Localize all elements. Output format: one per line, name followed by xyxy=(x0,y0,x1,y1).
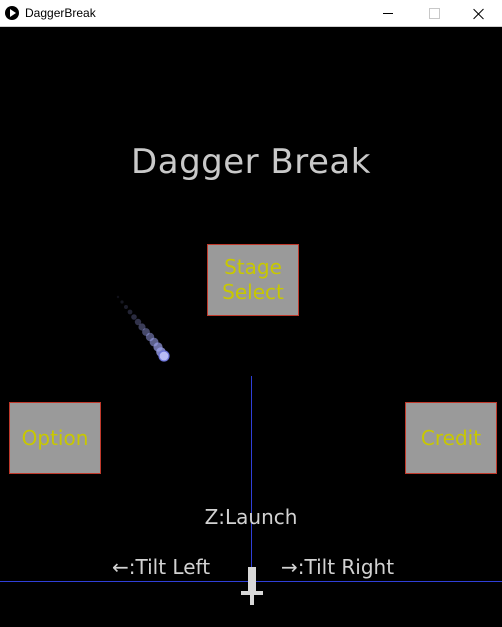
stage-select-button[interactable]: Stage Select xyxy=(207,244,299,316)
window-title: DaggerBreak xyxy=(25,6,96,20)
close-button[interactable] xyxy=(456,0,502,27)
maximize-icon xyxy=(428,8,440,19)
game-canvas[interactable]: Dagger Break Stage Select Option Credit … xyxy=(0,27,502,627)
launch-hint: Z:Launch xyxy=(204,505,298,529)
ball-with-trail xyxy=(116,295,170,362)
title-bar: DaggerBreak xyxy=(0,0,502,27)
dagger-paddle xyxy=(241,567,263,605)
play-circle-icon xyxy=(5,6,19,20)
credit-button[interactable]: Credit xyxy=(405,402,497,474)
tilt-right-hint: →:Tilt Right xyxy=(281,555,395,579)
tilt-left-hint: ←:Tilt Left xyxy=(112,555,211,579)
minimize-icon xyxy=(383,13,393,14)
option-button[interactable]: Option xyxy=(9,402,101,474)
game-title: Dagger Break xyxy=(131,142,371,182)
maximize-button[interactable] xyxy=(411,0,457,27)
ball xyxy=(158,350,170,362)
close-icon xyxy=(473,8,485,20)
minimize-button[interactable] xyxy=(365,0,411,27)
